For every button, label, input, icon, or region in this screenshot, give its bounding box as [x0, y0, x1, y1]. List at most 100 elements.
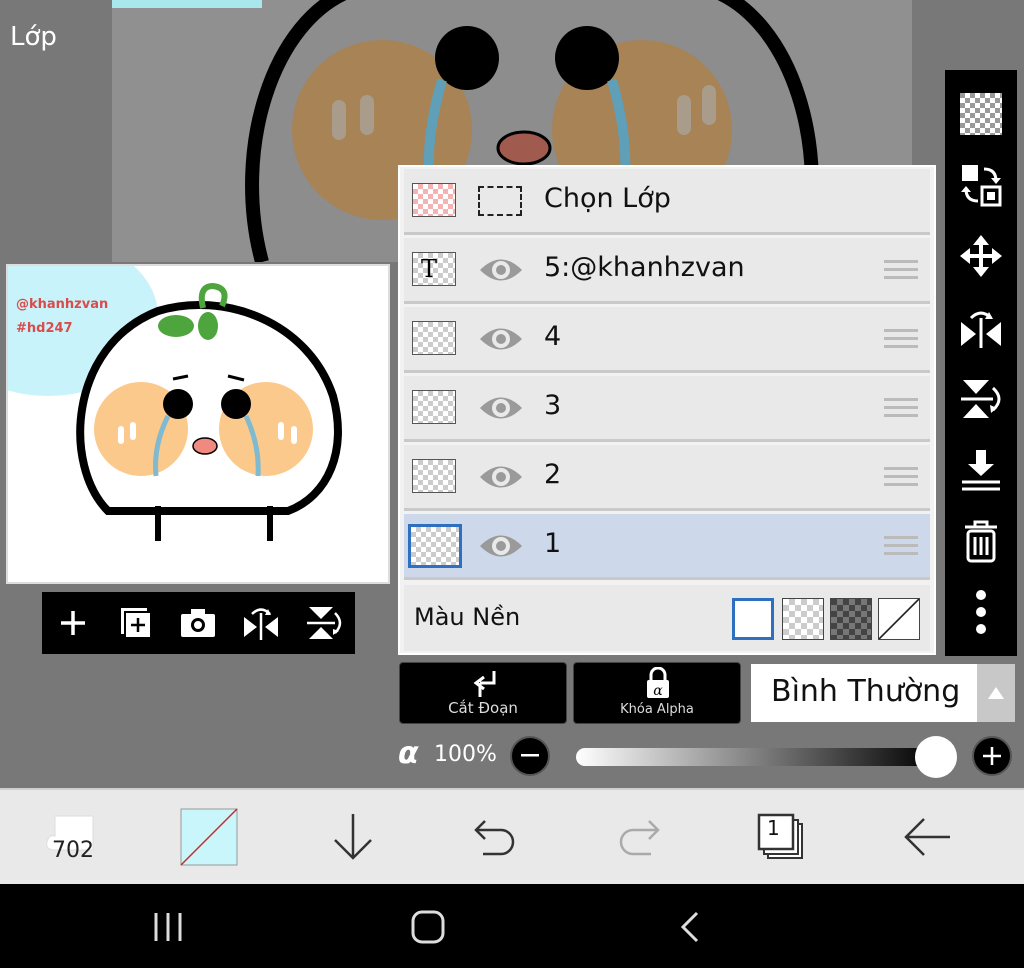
recent-apps-icon	[154, 913, 182, 941]
background-label: Màu Nền	[414, 603, 521, 631]
visibility-eye-icon[interactable]	[478, 462, 524, 492]
drag-handle-icon[interactable]	[884, 467, 918, 489]
visibility-eye-icon[interactable]	[478, 324, 524, 354]
layer-name: 3	[544, 390, 562, 421]
flip-layer-horizontal-button[interactable]	[955, 301, 1007, 353]
thumbnail-artwork: @khanhzvan #hd247	[8, 266, 342, 541]
nav-back-button[interactable]	[660, 902, 720, 952]
undo-icon	[474, 820, 515, 856]
undo-button[interactable]	[460, 804, 530, 870]
current-color-swatch	[180, 808, 238, 866]
redo-icon	[619, 820, 660, 856]
home-button[interactable]	[398, 902, 458, 952]
opacity-slider-knob[interactable]	[915, 736, 957, 778]
thumbnail-toolbar	[42, 592, 355, 654]
opacity-decrease-button[interactable]	[510, 736, 550, 776]
recent-apps-button[interactable]	[138, 902, 198, 952]
flip-vertical-icon	[961, 379, 1001, 418]
background-white-swatch[interactable]	[732, 598, 774, 640]
blend-mode-select[interactable]: Bình Thường	[751, 664, 1015, 722]
color-picker-button[interactable]	[174, 804, 244, 870]
clipping-arrow-icon	[473, 671, 496, 697]
visibility-eye-icon[interactable]	[478, 393, 524, 423]
swap-layer-button[interactable]	[955, 159, 1007, 211]
checkerboard-icon	[960, 92, 1002, 135]
camera-button[interactable]	[176, 601, 220, 645]
plus-icon	[61, 611, 86, 635]
delete-layer-button[interactable]	[955, 515, 1007, 567]
canvas-thumbnail[interactable]: @khanhzvan #hd247	[6, 264, 390, 584]
swap-icon	[961, 164, 1002, 207]
flip-horizontal-icon	[244, 608, 279, 640]
select-layer-row[interactable]: Chọn Lớp	[404, 169, 930, 235]
layer-row[interactable]: 3	[404, 376, 930, 442]
layer-name: 2	[544, 459, 562, 490]
background-none-swatch[interactable]	[878, 598, 920, 640]
alpha-lock-label: Khóa Alpha	[620, 702, 694, 717]
layer-row[interactable]: 1	[404, 514, 930, 580]
flip-layer-vertical-button[interactable]	[955, 373, 1007, 425]
opacity-slider-track[interactable]	[576, 748, 936, 766]
background-color-row: Màu Nền	[404, 585, 930, 651]
layer-count: 1	[767, 816, 780, 840]
camera-icon	[181, 609, 216, 637]
blend-mode-arrow[interactable]	[977, 664, 1015, 722]
layer-name: 1	[544, 528, 562, 559]
selection-marquee-icon	[478, 186, 522, 216]
move-icon	[960, 235, 1002, 278]
add-layer-button[interactable]	[51, 601, 95, 645]
triangle-up-icon	[988, 687, 1004, 699]
layer-tools-sidebar	[945, 70, 1017, 656]
merge-down-button[interactable]	[955, 444, 1007, 496]
visibility-eye-icon[interactable]	[478, 531, 524, 561]
layer-thumbnail	[412, 459, 456, 493]
clipping-button[interactable]: Cắt Đoạn	[399, 662, 567, 724]
duplicate-icon	[120, 608, 152, 639]
layer-row[interactable]: 4	[404, 307, 930, 373]
opacity-row: α 100%	[398, 732, 1024, 782]
layers-button[interactable]	[746, 804, 816, 870]
layer-name: 5:@khanhzvan	[544, 252, 745, 283]
duplicate-layer-button[interactable]	[114, 601, 158, 645]
layer-panel: Chọn Lớp T 5:@khanhzvan 4 3 2 1 Màu Nền	[398, 165, 936, 655]
move-button[interactable]	[955, 230, 1007, 282]
visibility-eye-icon[interactable]	[478, 255, 524, 285]
opacity-symbol: α	[398, 736, 419, 771]
layer-row[interactable]: T 5:@khanhzvan	[404, 238, 930, 304]
drag-handle-icon[interactable]	[884, 536, 918, 558]
drag-handle-icon[interactable]	[884, 260, 918, 282]
move-down-button[interactable]	[318, 804, 388, 870]
layer-thumbnail	[412, 321, 456, 355]
opacity-value: 100%	[434, 742, 497, 767]
more-options-button[interactable]	[955, 586, 1007, 638]
transparency-button[interactable]	[955, 88, 1007, 140]
opacity-increase-button[interactable]	[972, 736, 1012, 776]
background-dark-transparent-swatch[interactable]	[830, 598, 872, 640]
watermark-username: @khanhzvan	[16, 297, 108, 312]
flip-horizontal-button[interactable]	[239, 601, 283, 645]
select-layer-label: Chọn Lớp	[544, 183, 671, 214]
flip-vertical-button[interactable]	[302, 601, 346, 645]
trash-icon	[965, 520, 997, 563]
watermark-hashtag: #hd247	[16, 321, 73, 336]
minus-icon	[521, 754, 539, 757]
back-button[interactable]	[892, 804, 962, 870]
layer-row[interactable]: 2	[404, 445, 930, 511]
system-navigation-bar	[0, 884, 1024, 968]
arrow-left-icon	[904, 818, 950, 856]
more-vertical-icon	[976, 590, 986, 635]
plus-icon	[983, 747, 1001, 765]
alpha-lock-button[interactable]: α Khóa Alpha	[573, 662, 741, 724]
layer-thumbnail	[408, 524, 462, 568]
background-transparent-swatch[interactable]	[782, 598, 824, 640]
lock-icon: α	[647, 667, 669, 699]
drag-handle-icon[interactable]	[884, 398, 918, 420]
selection-thumbnail	[412, 183, 456, 217]
home-icon	[411, 910, 445, 944]
drag-handle-icon[interactable]	[884, 329, 918, 351]
panel-title: Lớp	[10, 22, 57, 52]
canvas-workspace[interactable]: Lớp @khanhzvan #hd247 Chọn Lớp T 5:@khan…	[0, 0, 1024, 790]
blend-mode-value: Bình Thường	[771, 674, 961, 709]
svg-text:α: α	[653, 683, 663, 699]
redo-button[interactable]	[604, 804, 674, 870]
